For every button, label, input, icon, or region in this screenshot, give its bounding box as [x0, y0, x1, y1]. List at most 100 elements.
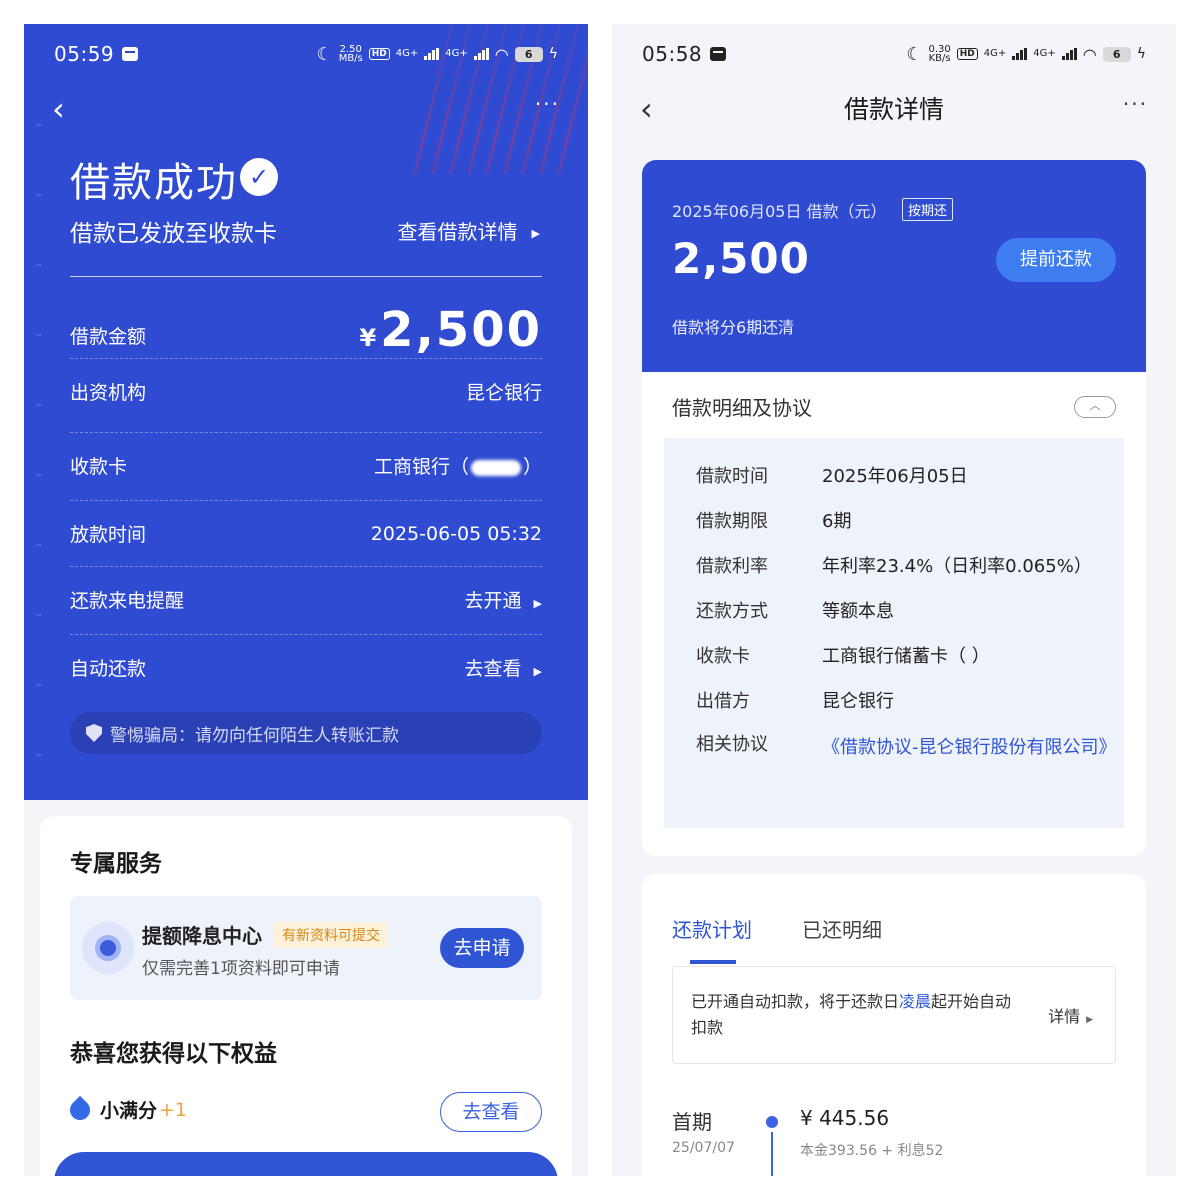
- message-icon: [710, 47, 727, 61]
- wifi-icon: ◠: [494, 44, 509, 64]
- points-drop-icon: [65, 1095, 95, 1124]
- status-bar: 05:59 ☾ 2.50 MB/s HD 4G+ 4G+ ◠ 6 ϟ: [24, 24, 588, 84]
- auto-debit-text: 已开通自动扣款，将于还款日凌晨起开始自动扣款: [691, 992, 1012, 1037]
- services-title: 专属服务: [70, 851, 162, 877]
- signal-4g-icon-2: 4G+: [445, 48, 468, 59]
- service-title: 提额降息中心: [142, 924, 262, 948]
- signal-4g-icon: 4G+: [395, 48, 419, 59]
- moon-icon: ☾: [906, 43, 923, 65]
- bottom-action-button[interactable]: [54, 1152, 558, 1176]
- signal-bars-icon-2: [473, 48, 489, 60]
- installment-note: 借款将分6期还清: [672, 318, 795, 337]
- points-item: 小满分 +1: [65, 1095, 187, 1124]
- auto-debit-detail-link[interactable]: 详情 ▶: [1048, 1003, 1093, 1027]
- amount-label: 借款金额: [70, 326, 147, 348]
- triangle-right-icon: ▶: [1086, 1015, 1093, 1025]
- battery-icon: 6: [514, 46, 543, 62]
- period-date: 25/07/07: [672, 1140, 735, 1156]
- repayment-card: 还款计划 已还明细 已开通自动扣款，将于还款日凌晨起开始自动扣款 详情 ▶ 首期 …: [642, 874, 1146, 1176]
- row-label: 出资机构: [70, 382, 147, 404]
- status-bar: 05:58 ☾ 0.30 KB/s HD 4G+ 4G+ ◠ 6 ϟ: [612, 24, 1176, 84]
- detail-section-title: 借款明细及协议: [672, 396, 812, 420]
- enable-link[interactable]: 去开通 ▶: [465, 586, 542, 613]
- message-icon: [122, 47, 139, 61]
- agreement-link[interactable]: 《借款协议-昆仑银行股份有限公司》: [822, 730, 1117, 766]
- check-icon: ✓: [240, 158, 278, 196]
- masked-card-number: [470, 459, 521, 476]
- apply-button[interactable]: 去申请: [440, 928, 524, 968]
- row-label: 收款卡: [70, 456, 128, 478]
- signal-4g-icon-2: 4G+: [1033, 48, 1056, 59]
- hd-icon: HD: [956, 48, 978, 60]
- divider: [70, 276, 542, 277]
- tab-repayment-plan[interactable]: 还款计划: [672, 914, 752, 943]
- row-value: 工商银行（）: [373, 456, 542, 478]
- info-row-auto-repay[interactable]: 自动还款 去查看 ▶: [70, 634, 542, 700]
- credit-boost-icon: [82, 922, 134, 974]
- triangle-right-icon: ▶: [531, 227, 540, 240]
- wifi-icon: ◠: [1082, 44, 1097, 64]
- success-hero: 05:59 ☾ 2.50 MB/s HD 4G+ 4G+ ◠ 6 ϟ ‹ ··· …: [24, 24, 588, 800]
- active-tab-indicator: [690, 960, 736, 964]
- period-label: 首期: [672, 1110, 712, 1134]
- watermark-strip: [36, 64, 42, 780]
- signal-4g-icon: 4G+: [983, 48, 1007, 59]
- loan-detail-card: 2025年06月05日 借款（元） 按期还 2,500 提前还款 借款将分6期还…: [642, 160, 1146, 856]
- left-screen: 05:59 ☾ 2.50 MB/s HD 4G+ 4G+ ◠ 6 ϟ ‹ ··· …: [24, 24, 588, 1176]
- row-label: 自动还款: [70, 658, 147, 680]
- info-row-time: 放款时间 2025-06-05 05:32: [70, 500, 542, 566]
- detail-list: 借款时间 2025年06月05日 借款期限 6期 借款利率 年利率23.4%（日利率0…: [664, 438, 1124, 828]
- charging-icon: ϟ: [548, 46, 558, 62]
- view-link[interactable]: 去查看 ▶: [465, 654, 542, 681]
- battery-icon: 6: [1102, 46, 1131, 62]
- shield-icon: [86, 724, 102, 742]
- page-title: 借款详情: [843, 95, 944, 124]
- triangle-right-icon: ▶: [533, 665, 542, 678]
- loan-amount: 2,500: [672, 234, 810, 283]
- signal-bars-icon: [1012, 48, 1028, 60]
- moon-icon: ☾: [316, 43, 333, 65]
- collapse-chevron-up-icon[interactable]: ︿: [1074, 396, 1116, 418]
- status-time: 05:58: [642, 42, 703, 66]
- new-material-badge: 有新资料可提交: [274, 922, 388, 948]
- back-chevron-icon[interactable]: ‹: [52, 90, 65, 128]
- row-label: 还款来电提醒: [70, 590, 185, 612]
- right-screen: 05:58 ☾ 0.30 KB/s HD 4G+ 4G+ ◠ 6 ϟ ‹ 借款详情…: [612, 24, 1176, 1176]
- signal-bars-icon-2: [1061, 48, 1077, 60]
- timeline-dot: [766, 1116, 778, 1128]
- period-breakdown: 本金393.56 + 利息52: [800, 1143, 944, 1159]
- disbursed-subtitle: 借款已发放至收款卡: [70, 221, 277, 247]
- signal-bars-icon: [424, 48, 440, 60]
- view-loan-detail-link[interactable]: 查看借款详情 ▶: [398, 216, 540, 245]
- loan-amount: ¥2,500: [359, 302, 542, 358]
- loan-summary: 2025年06月05日 借款（元） 按期还 2,500 提前还款 借款将分6期还…: [642, 160, 1146, 372]
- status-time: 05:59: [54, 42, 115, 66]
- tab-repaid-detail[interactable]: 已还明细: [802, 914, 882, 943]
- more-icon[interactable]: ···: [1123, 92, 1148, 116]
- timeline-line: [771, 1132, 773, 1176]
- fraud-warning: 警惕骗局：请勿向任何陌生人转账汇款: [70, 712, 542, 754]
- prepay-button[interactable]: 提前还款: [996, 238, 1116, 282]
- charging-icon: ϟ: [1136, 46, 1146, 62]
- view-points-button[interactable]: 去查看: [440, 1092, 542, 1132]
- row-label: 放款时间: [70, 524, 147, 546]
- hd-icon: HD: [368, 48, 390, 60]
- row-value: 2025-06-05 05:32: [370, 522, 542, 545]
- loan-date: 2025年06月05日 借款（元）: [672, 202, 887, 221]
- info-row-card: 收款卡 工商银行（）: [70, 432, 542, 498]
- network-speed: 0.30 KB/s: [928, 44, 951, 64]
- info-row-call-reminder[interactable]: 还款来电提醒 去开通 ▶: [70, 566, 542, 632]
- services-card: 专属服务 提额降息中心 有新资料可提交 仅需完善1项资料即可申请 去申请 恭喜您…: [40, 816, 572, 1176]
- service-desc: 仅需完善1项资料即可申请: [142, 959, 340, 979]
- benefits-title: 恭喜您获得以下权益: [70, 1041, 277, 1067]
- more-icon[interactable]: ···: [535, 92, 560, 116]
- page-title: 借款成功: [70, 160, 238, 206]
- row-value: 昆仑银行: [465, 382, 542, 404]
- service-item[interactable]: 提额降息中心 有新资料可提交 仅需完善1项资料即可申请 去申请: [70, 896, 542, 1000]
- info-row-lender: 出资机构 昆仑银行: [70, 358, 542, 424]
- auto-debit-notice: 已开通自动扣款，将于还款日凌晨起开始自动扣款 详情 ▶: [672, 966, 1116, 1064]
- repay-type-badge: 按期还: [902, 198, 954, 221]
- period-amount: ¥ 445.56: [800, 1106, 890, 1130]
- network-speed: 2.50 MB/s: [338, 44, 363, 64]
- triangle-right-icon: ▶: [533, 597, 542, 610]
